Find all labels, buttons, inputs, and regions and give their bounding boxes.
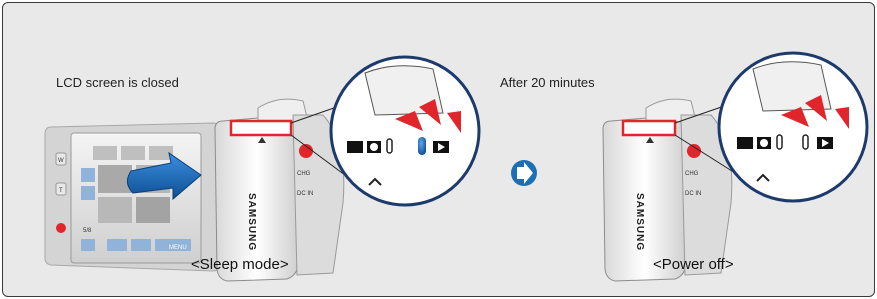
lcd-button-label: 5/8 — [83, 228, 92, 234]
camcorder-right — [602, 98, 733, 282]
brand-left: SAMSUNG — [246, 193, 257, 251]
diagram-illustration: MENU W T 5/8 SAMSUNG CHG DC IN SAMSUNG C… — [44, 51, 869, 282]
next-arrow-icon — [511, 160, 537, 186]
movie-mode-icon — [347, 141, 363, 153]
status-indicator-box-right — [621, 119, 677, 137]
movie-mode-icon-right — [737, 137, 753, 149]
brand-right: SAMSUNG — [634, 193, 645, 251]
lcd-menu-label: MENU — [169, 245, 187, 251]
right-caption: <Power off> — [653, 256, 734, 273]
blue-led — [418, 137, 426, 155]
camcorder-left — [214, 98, 345, 282]
dcin-label-right: DC IN — [685, 191, 701, 197]
lcd-record-button — [56, 223, 66, 233]
diagram-frame: LCD screen is closed After 20 minutes ME… — [2, 2, 875, 297]
zoom-w-label: W — [58, 158, 64, 164]
chg-label-right: CHG — [685, 171, 699, 177]
dcin-label-left: DC IN — [297, 191, 313, 197]
left-caption: <Sleep mode> — [191, 256, 289, 273]
zoom-t-label: T — [59, 188, 63, 194]
status-indicator-box-left — [229, 119, 293, 137]
lcd-panel — [44, 122, 220, 272]
chg-label-left: CHG — [297, 171, 311, 177]
